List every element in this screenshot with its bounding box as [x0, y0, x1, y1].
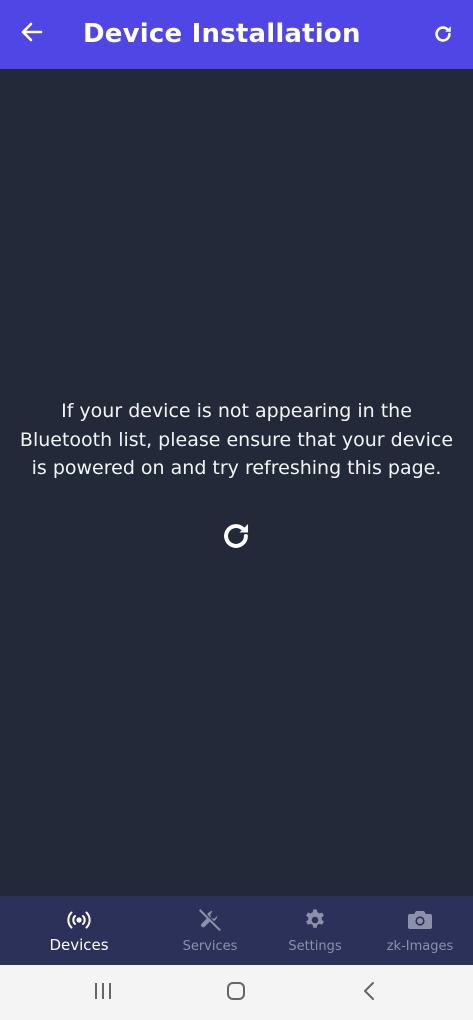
nav-label-zk-images: zk-Images: [386, 939, 454, 954]
broadcast-icon: [66, 908, 92, 932]
nav-item-zk-images[interactable]: zk-Images: [370, 896, 470, 965]
nav-item-settings[interactable]: Settings: [265, 896, 365, 965]
recents-button[interactable]: [90, 979, 116, 1007]
nav-label-devices: Devices: [49, 936, 109, 954]
home-icon: [226, 981, 246, 1006]
system-back-button[interactable]: [356, 979, 382, 1007]
back-button[interactable]: [16, 18, 48, 50]
gear-icon: [303, 908, 327, 932]
nav-label-settings: Settings: [288, 939, 342, 954]
refresh-icon: [432, 23, 454, 50]
refresh-devices-button[interactable]: [218, 520, 254, 556]
system-navigation-bar: [0, 965, 473, 1020]
page-title: Device Installation: [83, 19, 361, 49]
bluetooth-hint-message: If your device is not appearing in the B…: [19, 400, 454, 479]
header-refresh-button[interactable]: [427, 20, 459, 52]
nav-label-services: Services: [182, 939, 238, 954]
wrench-off-icon: [197, 908, 223, 932]
app-bar: Device Installation: [0, 0, 473, 69]
nav-item-services[interactable]: Services: [160, 896, 260, 965]
bottom-navigation: Devices Services Settings zk-Images: [0, 896, 473, 965]
nav-item-devices[interactable]: Devices: [29, 896, 129, 965]
arrow-left-icon: [21, 22, 43, 47]
main-content: If your device is not appearing in the B…: [0, 69, 473, 896]
chevron-left-icon: [362, 981, 376, 1006]
home-button[interactable]: [222, 979, 250, 1007]
camera-icon: [407, 908, 433, 932]
refresh-icon: [219, 519, 253, 558]
recents-icon: [93, 982, 113, 1005]
